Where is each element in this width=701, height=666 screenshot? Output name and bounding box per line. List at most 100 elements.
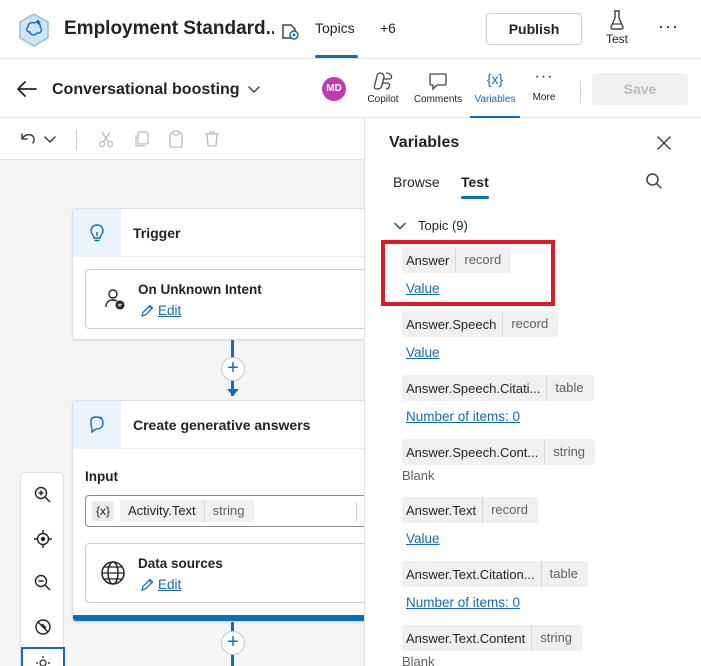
variable-value-link[interactable]: Value bbox=[406, 345, 440, 360]
variable-value-link[interactable]: Value bbox=[406, 531, 440, 546]
test-button[interactable]: Test bbox=[600, 10, 634, 50]
trigger-edit-link[interactable]: Edit bbox=[141, 303, 182, 318]
variables-label: Variables bbox=[474, 94, 516, 105]
ellipsis-icon[interactable]: ··· bbox=[658, 16, 679, 37]
data-sources-edit-label: Edit bbox=[158, 577, 182, 592]
variable-chip: Answer.Text record bbox=[402, 497, 538, 523]
app-root: Employment Standard... Topics +6 Publish… bbox=[0, 0, 701, 666]
back-arrow-icon[interactable] bbox=[16, 79, 38, 99]
recenter-icon[interactable] bbox=[33, 529, 53, 549]
comments-button[interactable]: Comments bbox=[412, 69, 464, 119]
globe-icon bbox=[101, 561, 125, 585]
variables-icon: {x} bbox=[486, 71, 504, 87]
copilot-button[interactable]: Copilot bbox=[364, 69, 402, 119]
highlight-annotation bbox=[381, 240, 555, 306]
tab-test-underline bbox=[461, 196, 489, 199]
cut-icon[interactable] bbox=[96, 129, 116, 149]
undo-icon[interactable] bbox=[18, 129, 38, 149]
generative-title: Create generative answers bbox=[133, 417, 311, 433]
avatar[interactable]: MD bbox=[322, 77, 346, 101]
save-button[interactable]: Save bbox=[592, 73, 688, 105]
trigger-node[interactable]: Trigger On Unknown Intent Edit bbox=[72, 208, 364, 340]
sun-icon bbox=[36, 656, 50, 666]
variable-value-text: Blank bbox=[402, 654, 435, 666]
variable-type: record bbox=[502, 311, 558, 337]
authoring-canvas[interactable]: Trigger On Unknown Intent Edit + Create … bbox=[0, 160, 364, 666]
add-node-button[interactable]: + bbox=[221, 357, 245, 381]
tab-test-label: Test bbox=[461, 174, 489, 190]
input-label: Input bbox=[85, 469, 118, 484]
chevron-down-icon[interactable] bbox=[246, 81, 262, 97]
variable-value-link[interactable]: Number of items: 0 bbox=[406, 595, 520, 610]
copy-icon[interactable] bbox=[132, 129, 152, 149]
copilot-label: Copilot bbox=[367, 94, 399, 105]
variable-chip: Answer.Text.Content string bbox=[402, 625, 583, 651]
trigger-title: Trigger bbox=[133, 225, 181, 241]
topic-toolbar: Conversational boosting MD Copilot Comme… bbox=[0, 58, 701, 118]
input-variable-chip: Activity.Text string bbox=[120, 500, 255, 522]
data-sources-title: Data sources bbox=[138, 556, 223, 571]
generative-chat-icon bbox=[90, 416, 104, 434]
agent-title: Employment Standard... bbox=[64, 18, 274, 39]
paste-icon[interactable] bbox=[166, 129, 186, 149]
variable-name: Answer.Text.Content bbox=[406, 630, 526, 646]
variable-chip: Answer.Text.Citation... table bbox=[402, 561, 588, 587]
variable-type: string bbox=[531, 625, 582, 651]
search-icon[interactable] bbox=[645, 172, 663, 190]
pencil-icon bbox=[141, 304, 154, 317]
variable-name: Answer.Speech bbox=[406, 316, 497, 332]
focused-control[interactable] bbox=[21, 647, 65, 666]
tab-browse[interactable]: Browse bbox=[393, 174, 440, 190]
zoom-out-icon[interactable] bbox=[33, 573, 53, 593]
trigger-icon-box bbox=[73, 209, 121, 257]
variable-chip: Answer.Speech.Cont... string bbox=[402, 439, 596, 465]
trigger-node-header: Trigger bbox=[73, 209, 364, 257]
variable-type: table bbox=[546, 375, 593, 401]
trigger-edit-label: Edit bbox=[158, 303, 182, 318]
generative-answers-node[interactable]: Create generative answers Input {x} Acti… bbox=[72, 400, 364, 622]
person-chat-icon bbox=[105, 289, 125, 310]
more-button[interactable]: ··· More bbox=[528, 69, 560, 119]
comments-label: Comments bbox=[413, 94, 463, 105]
topic-settings-icon[interactable] bbox=[279, 20, 301, 42]
variable-type: table bbox=[540, 561, 588, 587]
data-sources-card[interactable]: Data sources Edit bbox=[85, 543, 364, 603]
input-variable-field[interactable]: {x} Activity.Text string bbox=[85, 495, 364, 527]
arrow-down-icon bbox=[227, 389, 239, 396]
tab-test[interactable]: Test bbox=[461, 174, 489, 199]
intent-title: On Unknown Intent bbox=[138, 282, 262, 297]
tab-topics[interactable]: Topics bbox=[306, 0, 364, 58]
input-variable-type: string bbox=[203, 500, 255, 522]
topic-name: Conversational boosting bbox=[52, 81, 240, 98]
chevron-down-icon[interactable] bbox=[40, 129, 60, 149]
publish-button[interactable]: Publish bbox=[486, 13, 582, 45]
node-selected-bar bbox=[73, 615, 364, 621]
variable-type: string bbox=[544, 439, 595, 465]
variables-button[interactable]: {x} Variables bbox=[468, 69, 522, 119]
tab-more-overflow[interactable]: +6 bbox=[380, 20, 396, 36]
variable-chip: Answer.Speech record bbox=[402, 311, 559, 337]
tab-topics-label: Topics bbox=[315, 20, 355, 36]
variable-value-link[interactable]: Number of items: 0 bbox=[406, 409, 520, 424]
pencil-icon bbox=[141, 578, 154, 591]
minimap-toggle-icon[interactable] bbox=[33, 617, 53, 637]
variable-name: Answer.Text.Citation... bbox=[406, 566, 535, 582]
top-bar: Employment Standard... Topics +6 Publish… bbox=[0, 0, 701, 58]
add-node-button[interactable]: + bbox=[221, 631, 245, 655]
zoom-in-icon[interactable] bbox=[33, 485, 53, 505]
delete-icon[interactable] bbox=[202, 129, 222, 149]
variable-icon: {x} bbox=[92, 501, 114, 521]
variable-name: Answer.Speech.Citati... bbox=[406, 380, 541, 396]
generative-node-header: Create generative answers bbox=[73, 401, 364, 449]
trigger-intent-card[interactable]: On Unknown Intent Edit bbox=[85, 269, 364, 329]
close-icon[interactable] bbox=[655, 134, 673, 152]
variable-chip: Answer.Speech.Citati... table bbox=[402, 375, 594, 401]
data-sources-edit-link[interactable]: Edit bbox=[141, 577, 182, 592]
more-label: More bbox=[532, 92, 556, 103]
flask-icon bbox=[610, 10, 624, 30]
zoom-controls bbox=[20, 472, 65, 666]
lightbulb-icon bbox=[90, 224, 104, 242]
more-ellipsis-icon: ··· bbox=[534, 68, 554, 85]
topic-group-label[interactable]: Topic (9) bbox=[418, 218, 468, 233]
chevron-down-icon[interactable] bbox=[393, 219, 407, 233]
